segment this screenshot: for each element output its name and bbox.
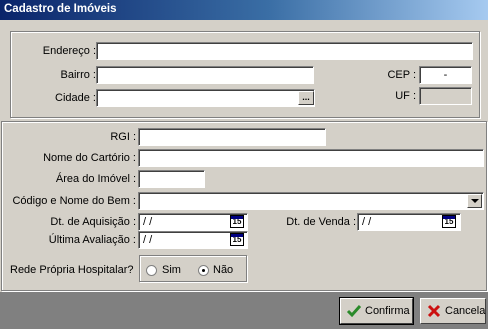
rgi-field[interactable] <box>138 128 326 146</box>
bairro-field[interactable] <box>96 66 314 84</box>
cartorio-field[interactable] <box>138 149 484 167</box>
rede-radio-nao[interactable] <box>198 265 209 276</box>
window-title: Cadastro de Imóveis <box>4 3 117 15</box>
calendar-icon[interactable]: 15 <box>442 215 456 228</box>
endereco-field[interactable] <box>96 42 473 60</box>
cancela-button[interactable]: Cancela <box>420 298 486 324</box>
rede-option-nao[interactable]: Não <box>213 261 233 279</box>
cep-label: CEP : <box>387 69 416 81</box>
x-icon <box>427 304 441 318</box>
venda-date-value: / / <box>362 216 372 228</box>
rgi-label: RGI : <box>110 131 136 143</box>
area-field[interactable] <box>138 170 205 188</box>
cartorio-label: Nome do Cartório : <box>43 152 136 164</box>
avaliacao-date-value: / / <box>143 234 153 246</box>
avaliacao-label: Última Avaliação : <box>48 234 136 246</box>
cep-mask: - <box>443 69 448 81</box>
area-label: Área do Imóvel : <box>55 173 136 185</box>
bairro-label: Bairro : <box>60 69 96 81</box>
rede-option-sim[interactable]: Sim <box>162 261 181 279</box>
action-bar: Confirma Cancela <box>0 292 488 329</box>
cancela-label: Cancela <box>445 305 486 317</box>
confirma-button[interactable]: Confirma <box>339 297 414 325</box>
uf-label: UF : <box>395 90 416 102</box>
dropdown-arrow-icon <box>470 199 479 203</box>
bem-dropdown-button[interactable] <box>467 194 482 208</box>
calendar-icon[interactable]: 15 <box>230 215 244 228</box>
form-body: Endereço : Bairro : CEP : - Cidade : ...… <box>0 20 488 329</box>
venda-label: Dt. de Venda : <box>286 216 356 228</box>
aquisicao-label: Dt. de Aquisição : <box>50 216 136 228</box>
cidade-field[interactable] <box>96 89 315 107</box>
cidade-lookup-button[interactable]: ... <box>298 91 314 105</box>
bem-select[interactable] <box>138 192 484 210</box>
uf-field[interactable] <box>419 87 472 105</box>
bem-label: Código e Nome do Bem : <box>12 195 136 207</box>
window-titlebar: Cadastro de Imóveis <box>0 0 488 20</box>
cidade-label: Cidade : <box>55 92 96 104</box>
confirma-label: Confirma <box>365 305 410 317</box>
endereco-label: Endereço : <box>42 45 96 57</box>
cep-field[interactable]: - <box>419 66 472 84</box>
aquisicao-date-value: / / <box>143 216 153 228</box>
check-icon <box>346 305 362 318</box>
rede-label: Rede Própria Hospitalar? <box>10 264 134 276</box>
calendar-icon[interactable]: 15 <box>230 233 244 246</box>
rede-radio-sim[interactable] <box>146 265 157 276</box>
